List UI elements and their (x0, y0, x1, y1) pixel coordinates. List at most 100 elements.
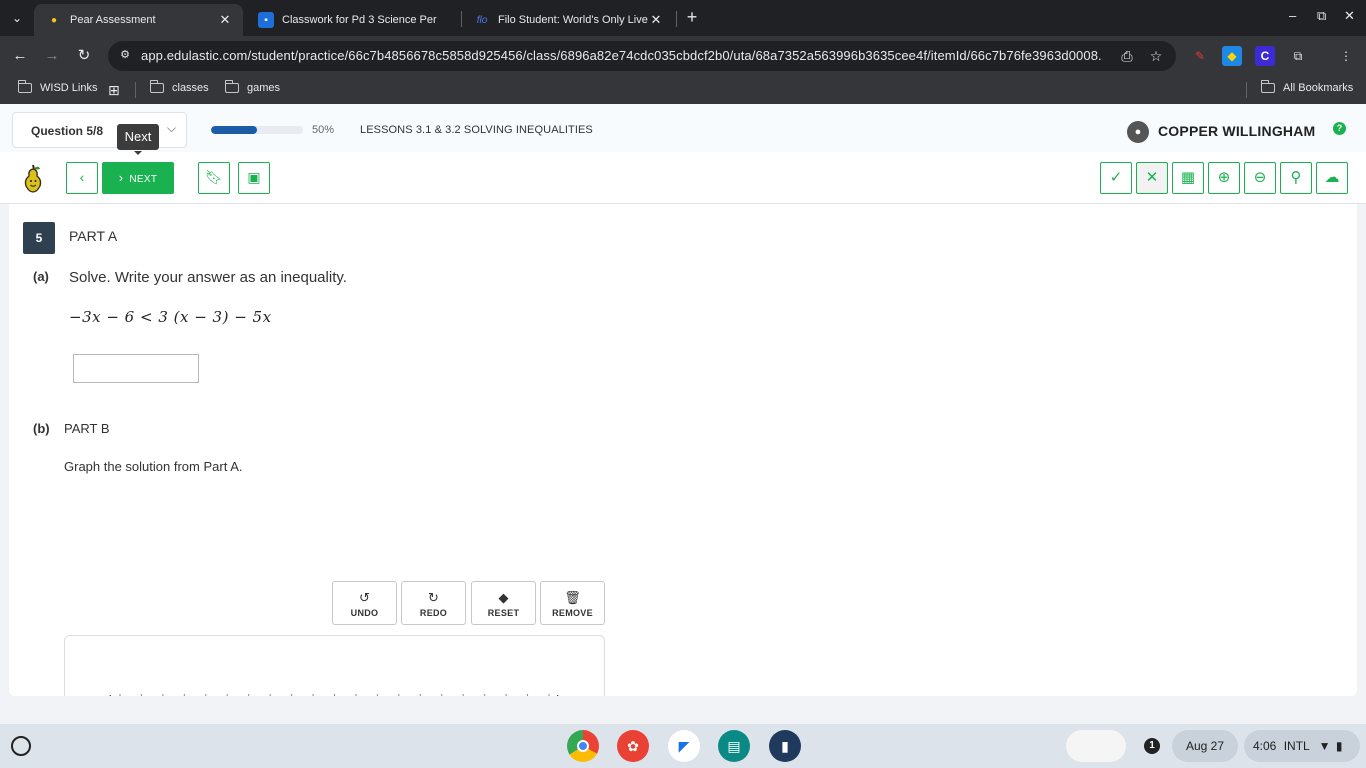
folder-icon (224, 80, 239, 93)
magnifier-button[interactable]: ⚲ (1280, 162, 1312, 194)
number-line-svg[interactable]: -10-9-8-7-6-5-4-3-2-1012345678910 (65, 636, 604, 696)
bookmark-star-icon[interactable]: ☆ (1147, 47, 1165, 65)
minimize-icon[interactable]: – (1289, 8, 1296, 23)
back-arrow-icon[interactable]: ← (9, 45, 31, 67)
tab-filo[interactable]: flo Filo Student: World's Only Live ✕ (462, 4, 674, 36)
all-bookmarks[interactable]: All Bookmarks (1260, 80, 1353, 94)
pear-logo-icon (24, 164, 42, 193)
cloud-upload-icon: ☁ (1324, 169, 1340, 186)
time-text: 4:06 (1253, 739, 1277, 753)
tab-title: Filo Student: World's Only Live (498, 14, 648, 26)
save-button[interactable]: ▣ (238, 162, 270, 194)
lesson-title: LESSONS 3.1 & 3.2 SOLVING INEQUALITIES (360, 124, 593, 136)
tab-separator (676, 11, 677, 27)
assessment-header: Question 5/8 ⌵ Next 50% LESSONS 3.1 & 3.… (0, 104, 1366, 155)
question-number: 5 (23, 222, 55, 254)
remove-label: REMOVE (552, 608, 593, 618)
bookmark-question-button[interactable]: 🔖︎ (198, 162, 230, 194)
browser-toolbar: ← → ↻ ⚙ app.edulastic.com/student/practi… (0, 36, 1366, 76)
extension-icon[interactable]: ◆ (1222, 46, 1242, 66)
ime-text: INTL (1283, 739, 1310, 753)
question-content: 5 PART A (a) Solve. Write your answer as… (9, 204, 1357, 696)
classroom-app-icon[interactable]: ◤ (668, 730, 700, 762)
bookmark-classes[interactable]: classes (149, 80, 209, 94)
check-icon: ✓ (1109, 169, 1123, 186)
apps-grid-icon[interactable]: ⊞ (108, 82, 120, 99)
chevron-down-icon: ⌵ (166, 121, 176, 135)
folder-icon (1260, 80, 1275, 93)
stats-app-icon[interactable]: ▮ (769, 730, 801, 762)
zoom-in-button[interactable]: ⊕ (1208, 162, 1240, 194)
bookmark-label: WISD Links (40, 82, 98, 94)
slides-app-icon[interactable]: ▤ (718, 730, 750, 762)
new-tab-plus-icon[interactable]: + (682, 7, 702, 27)
trash-icon: 🗑︎ (564, 590, 581, 605)
filo-icon: flo (476, 14, 488, 26)
zoom-in-icon: ⊕ (1217, 169, 1231, 186)
undo-button[interactable]: ↺ UNDO (332, 581, 397, 625)
chrome-app-icon[interactable] (567, 730, 599, 762)
calculator-button[interactable]: ▦ (1172, 162, 1204, 194)
remove-button[interactable]: 🗑︎ REMOVE (540, 581, 605, 625)
part-b-title: PART B (64, 421, 110, 436)
canvas-paint-app-icon[interactable]: ✿ (617, 730, 649, 762)
previous-button[interactable]: ‹ (66, 162, 98, 194)
redo-button[interactable]: ↻ REDO (401, 581, 466, 625)
redo-label: REDO (419, 608, 448, 618)
launcher-icon[interactable] (11, 736, 31, 756)
reset-button[interactable]: ◆ RESET (471, 581, 536, 625)
close-window-icon[interactable]: ✕ (1344, 8, 1355, 24)
restore-icon[interactable]: ⧉ (1317, 8, 1326, 24)
close-tab-icon[interactable]: ✕ (217, 12, 233, 28)
arrow-right-icon (557, 695, 559, 696)
assessment-toolbar: ‹ › NEXT 🔖︎ ▣ ✓ ✕ ▦ ⊕ ⊖ ⚲ ☁ (0, 152, 1366, 204)
address-bar[interactable]: ⚙ app.edulastic.com/student/practice/66c… (108, 41, 1176, 71)
profile-tray-icon[interactable] (1066, 730, 1126, 762)
part-a-prompt: Solve. Write your answer as an inequalit… (69, 269, 347, 286)
question-title: PART A (69, 228, 118, 244)
chevron-left-icon: ‹ (79, 169, 85, 185)
reload-icon[interactable]: ↻ (73, 45, 95, 67)
tab-title: Classwork for Pd 3 Science Per (282, 14, 437, 26)
site-info-icon[interactable]: ⚙ (116, 48, 134, 64)
answer-eliminator-button[interactable]: ✕ (1136, 162, 1168, 194)
c-extension-icon[interactable]: C (1255, 46, 1275, 66)
user-name[interactable]: COPPER WILLINGHAM (1158, 123, 1315, 139)
os-shelf: ✿ ◤ ▤ ▮ 1 Aug 27 4:06 INTL ▼ ▮ (0, 724, 1366, 768)
undo-icon: ↺ (359, 590, 370, 605)
next-button[interactable]: › NEXT (102, 162, 174, 194)
number-line-graph[interactable]: -10-9-8-7-6-5-4-3-2-1012345678910 (64, 635, 605, 696)
tab-search-chevron-icon[interactable]: ⌄ (6, 7, 28, 29)
calculator-icon: ▦ (1180, 169, 1196, 186)
kebab-menu-icon[interactable]: ⋮ (1336, 46, 1356, 66)
check-answer-button[interactable]: ✓ (1100, 162, 1132, 194)
bookmark-icon: 🔖︎ (205, 169, 223, 185)
zoom-out-button[interactable]: ⊖ (1244, 162, 1276, 194)
redo-icon: ↻ (428, 590, 439, 605)
forward-arrow-icon[interactable]: → (41, 45, 63, 67)
bookmark-separator (1246, 82, 1247, 98)
zoom-out-icon: ⊖ (1253, 169, 1267, 186)
pen-extension-icon[interactable]: ✎ (1190, 46, 1210, 66)
managed-folder-icon (17, 80, 32, 93)
date-text: Aug 27 (1185, 739, 1225, 753)
notification-badge[interactable]: 1 (1144, 738, 1160, 754)
answer-input[interactable] (73, 354, 199, 383)
bookmark-games[interactable]: games (224, 80, 280, 94)
tab-pear-assessment[interactable]: ● Pear Assessment ✕ (34, 4, 243, 36)
user-avatar-icon[interactable]: ● (1127, 121, 1149, 143)
status-tray[interactable]: 4:06 INTL ▼ ▮ (1244, 730, 1360, 762)
search-icon: ⚲ (1290, 169, 1302, 186)
question-selector[interactable]: Question 5/8 ⌵ (12, 112, 187, 148)
bookmark-wisd-links[interactable]: WISD Links (17, 80, 98, 94)
date-pill[interactable]: Aug 27 (1172, 730, 1238, 762)
battery-icon: ▮ (1335, 739, 1343, 753)
upload-button[interactable]: ☁ (1316, 162, 1348, 194)
bookmark-label: classes (172, 82, 209, 94)
install-app-icon[interactable]: ⎙ (1118, 47, 1136, 65)
part-b-prompt: Graph the solution from Part A. (64, 459, 243, 474)
extensions-puzzle-icon[interactable]: ⧉ (1288, 46, 1308, 66)
help-icon[interactable]: ? (1333, 122, 1346, 135)
tab-classwork[interactable]: ▪ Classwork for Pd 3 Science Per (246, 4, 458, 36)
close-tab-icon[interactable]: ✕ (648, 12, 664, 28)
